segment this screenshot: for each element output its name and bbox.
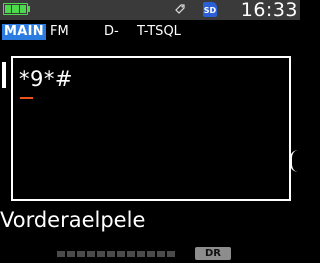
- background-arc: [290, 150, 300, 172]
- background-frequency-digit: [2, 62, 6, 88]
- radio-screen: SD 16:33 MAIN FM D- T-TSQL *9*# Vorderae…: [0, 0, 300, 263]
- text-cursor: [20, 97, 33, 99]
- dtmf-input-popup[interactable]: *9*#: [11, 56, 291, 201]
- battery-full-icon: [3, 3, 28, 15]
- dv-indicator: D-: [104, 24, 119, 39]
- battery-tip: [28, 6, 30, 12]
- main-band-badge: MAIN: [2, 24, 46, 40]
- status-bar: SD 16:33: [0, 0, 300, 21]
- dtmf-input-value[interactable]: *9*#: [19, 66, 73, 92]
- tag-icon: [175, 4, 185, 14]
- sd-card-icon: SD: [203, 2, 217, 17]
- clock: 16:33: [240, 0, 298, 21]
- operating-mode: FM: [50, 24, 69, 39]
- tone-mode: T-TSQL: [137, 24, 181, 39]
- channel-name: Vorderaelpele: [0, 208, 146, 232]
- dr-mode-badge[interactable]: DR: [195, 247, 231, 260]
- signal-meter: [57, 251, 175, 257]
